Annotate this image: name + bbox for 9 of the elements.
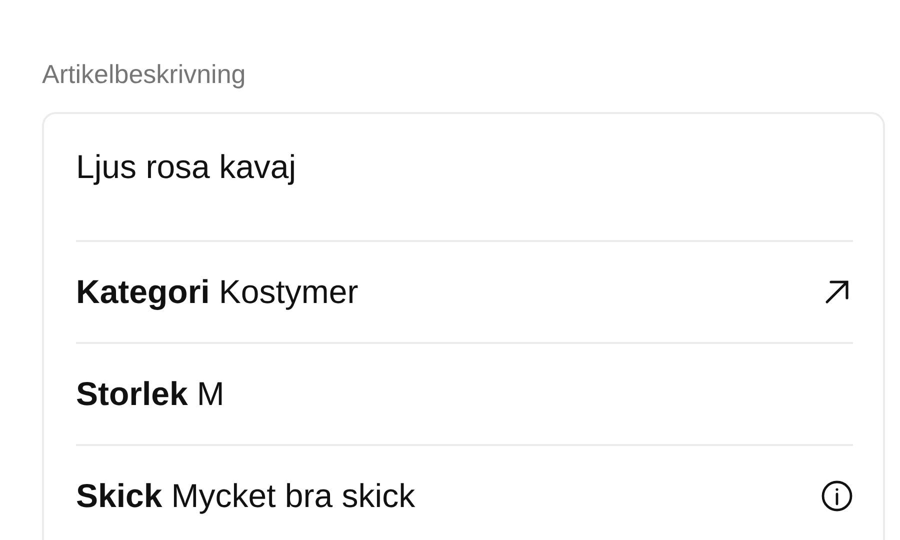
attribute-value: M (196, 375, 224, 413)
section-title: Artikelbeskrivning (42, 58, 246, 91)
item-title: Ljus rosa kavaj (76, 148, 296, 186)
attribute-label: Kategori (76, 273, 210, 311)
attribute-value: Mycket bra skick (171, 477, 416, 515)
attribute-value: Kostymer (218, 273, 358, 311)
attribute-label: Storlek (76, 375, 188, 413)
info-icon[interactable] (821, 480, 853, 512)
attribute-label: Skick (76, 477, 162, 515)
